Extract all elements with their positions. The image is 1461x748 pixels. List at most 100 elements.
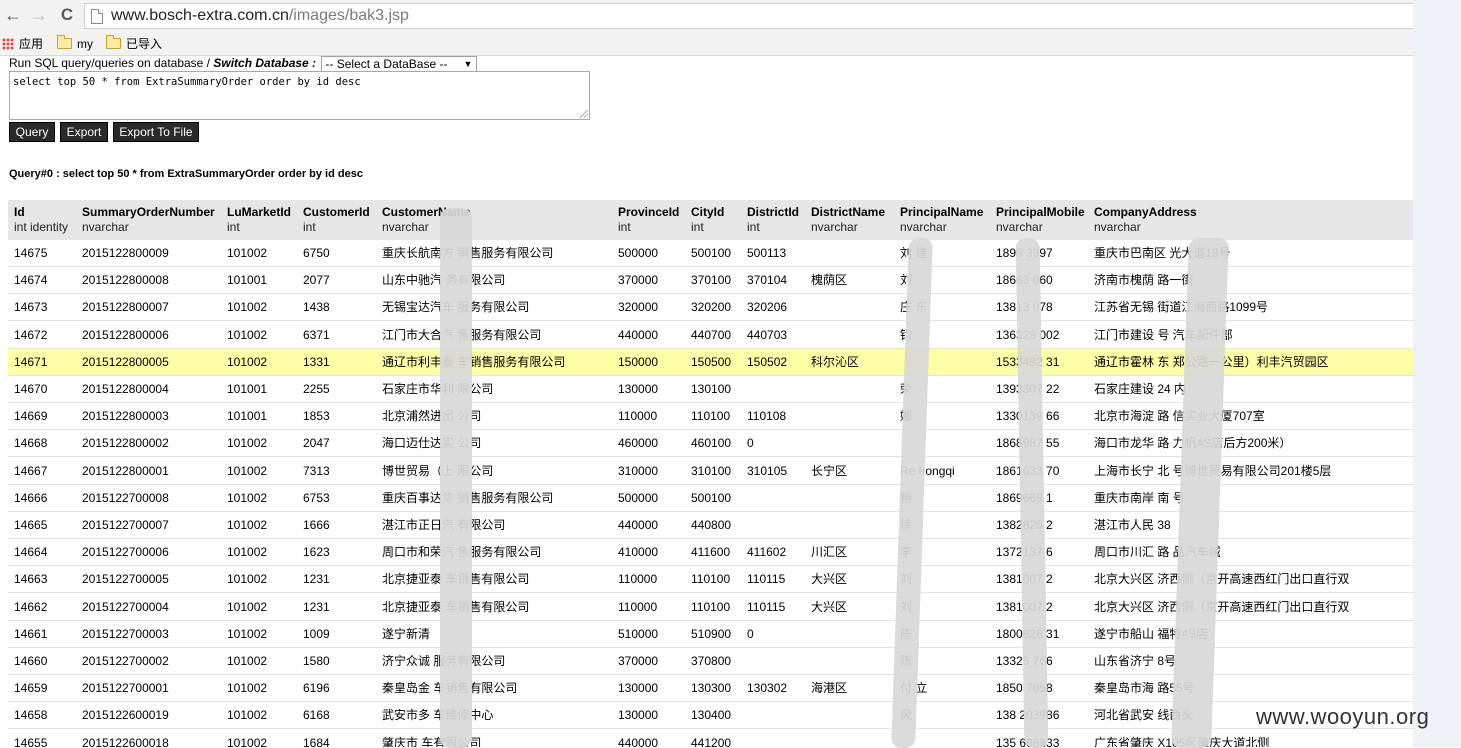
bookmark-apps[interactable]: 应用 <box>2 36 43 52</box>
column-type: int <box>747 220 760 234</box>
url-text: www.bosch-extra.com.cn/images/bak3.jsp <box>111 7 409 25</box>
query-title: Query#0 : select top 50 * from ExtraSumm… <box>9 168 363 180</box>
table-cell-districtid: 130302 <box>747 681 788 696</box>
table-cell-cityid: 110100 <box>691 572 731 587</box>
table-cell-customerid: 7313 <box>303 463 330 478</box>
table-cell-summaryordernumber: 2015122700001 <box>82 681 169 696</box>
table-cell-principalmobile: 18663 060 <box>996 273 1053 288</box>
table-cell-provinceid: 130000 <box>618 681 659 696</box>
database-select-value: -- Select a DataBase -- <box>325 57 448 71</box>
table-cell-companyaddress: 通辽市霍林 东 郑公路一公里）利丰汽贸园区 <box>1094 354 1329 369</box>
table-cell-id: 14664 <box>14 545 48 560</box>
table-cell-companyaddress: 北京大兴区 济西侧（京开高速西红门出口直行双 <box>1094 572 1350 587</box>
table-row[interactable]: 14662 2015122700004 101002 1231 北京捷亚泰 车销售有限公… <box>8 594 1413 621</box>
table-cell-id: 14655 <box>14 735 48 747</box>
column-header: PrincipalMobile nvarchar <box>996 205 1085 235</box>
resize-grip-icon[interactable] <box>580 110 588 118</box>
table-cell-principalname: 钧 <box>900 327 913 342</box>
table-cell-id: 14669 <box>14 409 48 424</box>
table-cell-id: 14662 <box>14 599 48 614</box>
column-header: SummaryOrderNumber nvarchar <box>82 205 215 235</box>
table-cell-cityid: 110100 <box>691 599 731 614</box>
table-cell-companyaddress: 济南市槐荫 路一街 <box>1094 273 1194 288</box>
column-header: ProvinceId int <box>618 205 679 235</box>
column-header: CityId int <box>691 205 724 235</box>
page-content: Run SQL query/queries on database / Swit… <box>0 56 1429 748</box>
table-row[interactable]: 14661 2015122700003 101002 1009 遂宁新清 510000 5… <box>8 621 1413 648</box>
table-row[interactable]: 14672 2015122800006 101002 6371 江门市大合汽 售服务有限… <box>8 322 1413 349</box>
table-row-highlighted[interactable]: 14671 2015122800005 101002 1331 通辽市利丰泰 车销售服务… <box>8 348 1413 376</box>
forward-arrow-icon[interactable]: → <box>28 4 50 26</box>
table-cell-customername: 江门市大合汽 售服务有限公司 <box>382 327 542 342</box>
table-cell-provinceid: 110000 <box>618 409 658 424</box>
table-cell-companyaddress: 北京大兴区 济西侧（京开高速西红门出口直行双 <box>1094 599 1350 614</box>
database-toolbar: Run SQL query/queries on database / Swit… <box>9 56 478 72</box>
table-cell-districtname: 海港区 <box>811 681 848 696</box>
table-cell-cityid: 130300 <box>691 681 732 696</box>
table-cell-lumarketid: 101002 <box>227 246 268 260</box>
query-button[interactable]: Query <box>9 122 55 142</box>
table-cell-customername: 秦皇岛金 车销售有限公司 <box>382 681 518 696</box>
table-row[interactable]: 14663 2015122700005 101002 1231 北京捷亚泰 车销售有限公… <box>8 566 1413 594</box>
table-cell-companyaddress: 湛江市人民 38 <box>1094 518 1171 532</box>
table-cell-provinceid: 310000 <box>618 463 659 478</box>
table-cell-companyaddress: 山东省济宁 8号 <box>1094 654 1177 668</box>
table-cell-cityid: 130400 <box>691 708 732 723</box>
bookmark-my[interactable]: my <box>57 35 93 52</box>
table-row[interactable]: 14669 2015122800003 101001 1853 北京浦然进出 公司 110… <box>8 403 1413 431</box>
table-cell-principalmobile: 1393307 22 <box>996 382 1060 396</box>
table-row[interactable]: 14673 2015122800007 101002 1438 无锡宝达汽车 服务有限公… <box>8 294 1413 322</box>
export-to-file-button[interactable]: Export To File <box>113 122 199 142</box>
table-cell-principalmobile: 135 668833 <box>996 735 1060 747</box>
table-row[interactable]: 14666 2015122700008 101002 6753 重庆百事达华 销售服务有… <box>8 485 1413 512</box>
table-cell-districtname: 川汇区 <box>811 545 848 560</box>
table-cell-districtname: 槐荫区 <box>811 273 848 288</box>
table-row[interactable]: 14668 2015122800002 101002 2047 海口迈仕达实 公司 460… <box>8 430 1413 458</box>
table-row[interactable]: 14664 2015122700006 101002 1623 周口市和荣汽 售服务有限… <box>8 539 1413 567</box>
table-cell-customername: 北京捷亚泰 车销售有限公司 <box>382 599 530 614</box>
table-cell-lumarketid: 101002 <box>227 681 268 696</box>
table-row[interactable]: 14675 2015122800009 101002 6750 重庆长航南方 销售服务有… <box>8 240 1413 267</box>
column-type: int <box>303 220 316 234</box>
table-cell-districtid: 110115 <box>747 599 786 614</box>
table-cell-companyaddress: 重庆市南岸 南 号 <box>1094 490 1185 505</box>
back-arrow-icon[interactable]: ← <box>2 4 24 26</box>
table-row[interactable]: 14655 2015122600018 101002 1684 肇庆市 车有限公司 440… <box>8 730 1413 747</box>
table-row[interactable]: 14667 2015122800001 101002 7313 博世贸易（上 限公司 31… <box>8 458 1413 485</box>
table-cell-cityid: 320200 <box>691 300 732 315</box>
table-cell-companyaddress: 周口市川汇 路 品汽车城 <box>1094 545 1221 560</box>
table-row[interactable]: 14658 2015122600019 101002 6168 武安市多 车维修中心 13… <box>8 702 1413 730</box>
export-button[interactable]: Export <box>60 122 108 142</box>
table-cell-provinceid: 440000 <box>618 327 659 342</box>
table-cell-lumarketid: 101001 <box>227 382 268 396</box>
table-cell-lumarketid: 101002 <box>227 518 268 532</box>
table-row[interactable]: 14659 2015122700001 101002 6196 秦皇岛金 车销售有限公司… <box>8 675 1413 703</box>
table-row[interactable]: 14670 2015122800004 101001 2255 石家庄市华利 限公司 13… <box>8 376 1413 403</box>
reload-icon[interactable]: C <box>56 4 78 26</box>
table-row[interactable]: 14665 2015122700007 101002 1666 湛江市正日汽 有限公司 4… <box>8 512 1413 539</box>
address-bar[interactable]: www.bosch-extra.com.cn/images/bak3.jsp <box>84 3 1413 29</box>
table-cell-districtname: 大兴区 <box>811 599 848 614</box>
column-type: nvarchar <box>996 220 1043 234</box>
sql-textarea[interactable]: select top 50 * from ExtraSummaryOrder o… <box>9 71 590 120</box>
table-row[interactable]: 14674 2015122800008 101001 2077 山东中驰汽 务有限公司 3… <box>8 267 1413 295</box>
table-cell-companyaddress: 海口市龙华 路 力帆4S店后方200米） <box>1094 436 1292 451</box>
table-cell-principalname: 徐 <box>900 518 913 532</box>
bookmark-imported[interactable]: 已导入 <box>106 35 162 52</box>
table-cell-customername: 海口迈仕达实 公司 <box>382 436 482 451</box>
table-cell-customerid: 1009 <box>303 626 330 641</box>
table-cell-cityid: 441200 <box>691 735 732 747</box>
table-cell-provinceid: 500000 <box>618 490 659 505</box>
intro-text: Run SQL query/queries on database / <box>9 56 214 70</box>
column-type: nvarchar <box>811 220 858 234</box>
table-cell-id: 14666 <box>14 490 48 505</box>
table-cell-lumarketid: 101002 <box>227 300 268 315</box>
database-select[interactable]: -- Select a DataBase -- ▼ <box>321 56 478 72</box>
table-cell-cityid: 370100 <box>691 273 732 288</box>
table-cell-principalmobile: 1381007 2 <box>996 572 1053 587</box>
table-cell-customername: 通辽市利丰泰 车销售服务有限公司 <box>382 354 566 369</box>
table-cell-principalname: Re hongqi <box>900 463 955 478</box>
table-row[interactable]: 14660 2015122700002 101002 1580 济宁众诚 服务有限公司 3… <box>8 648 1413 675</box>
table-cell-companyaddress: 江苏省无锡 街道江海西路1099号 <box>1094 300 1269 315</box>
table-cell-summaryordernumber: 2015122700005 <box>82 572 169 587</box>
